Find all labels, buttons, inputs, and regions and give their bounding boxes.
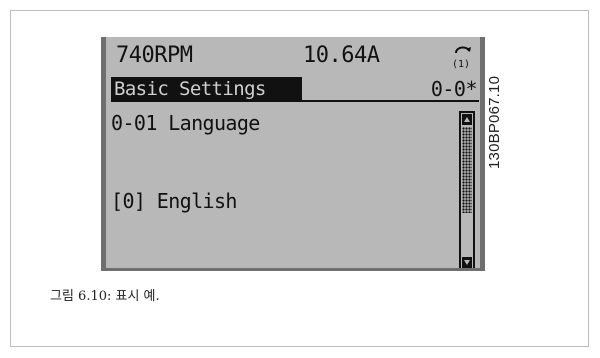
status-rpm: 740RPM xyxy=(116,43,193,68)
menu-set-icon: (1) xyxy=(452,46,471,69)
parameter-name: 0-01 Language xyxy=(111,111,260,135)
header-bar: Basic Settings 0-0* xyxy=(111,77,479,102)
figure-caption: 그림 6.10: 표시 예. xyxy=(50,289,160,304)
menu-indicator-text: (1) xyxy=(452,59,470,69)
header-highlight: Basic Settings xyxy=(111,77,302,102)
figure-side-code: 130BP067.10 xyxy=(486,75,503,169)
menu-code: 0-0* xyxy=(430,77,478,101)
scroll-thumb[interactable] xyxy=(462,127,472,213)
arrow-down-icon[interactable] xyxy=(462,257,472,268)
menu-title: Basic Settings xyxy=(114,78,266,100)
lcd-display: 740RPM 10.64A (1) Basic Settings 0-0* 0-… xyxy=(101,37,485,271)
parameter-value: [0] English xyxy=(111,189,237,213)
scrollbar[interactable] xyxy=(459,111,475,268)
arrow-up-icon[interactable] xyxy=(462,114,472,125)
status-current: 10.64A xyxy=(303,43,380,68)
